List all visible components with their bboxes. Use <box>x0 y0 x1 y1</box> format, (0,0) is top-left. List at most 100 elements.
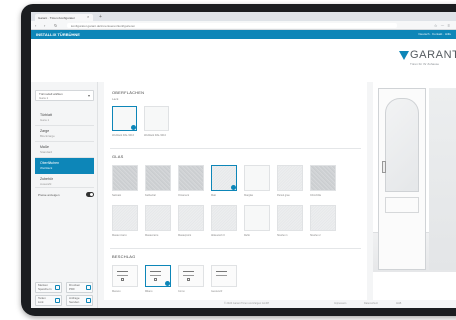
handle-icon <box>183 271 194 276</box>
hardware-swatch[interactable] <box>178 265 204 287</box>
swatch-label: Klarglas <box>244 194 254 197</box>
glass-swatch[interactable] <box>277 205 303 231</box>
sidebar-item-value: Blockzarge <box>40 134 55 138</box>
address-bar-row: ‹ › ↻ konfigurator.garant.de/innentueren… <box>31 21 456 30</box>
hardware-swatch[interactable] <box>211 265 237 287</box>
browser-screen: Garant · Türen-Konfigurator × + ‹ › ↻ ko… <box>31 12 456 308</box>
request-button[interactable]: Anfrage Senden <box>66 295 93 306</box>
swatch-label: Matt <box>211 194 216 197</box>
printer-icon <box>86 285 91 290</box>
swatch-label: Streifen 2 <box>310 234 321 237</box>
swatch-label: Master-Carré <box>112 234 127 237</box>
hardware-swatch[interactable] <box>145 265 171 287</box>
swatch-label: Kathedral <box>145 194 156 197</box>
tab-title: Garant · Türen-Konfigurator <box>38 16 75 20</box>
glass-swatch[interactable] <box>112 205 138 231</box>
door-lower-panel <box>385 197 419 213</box>
sidebar-item-surfaces[interactable]: Oberflächen Weißlack <box>35 158 94 174</box>
new-tab-icon[interactable]: + <box>99 14 102 20</box>
check-icon <box>165 281 170 286</box>
swatch-label: Chinchilla <box>310 194 321 197</box>
section-divider <box>110 148 361 149</box>
model-select-value: Gara 1 <box>39 96 49 100</box>
print-button[interactable]: Drucken PDF <box>66 282 93 293</box>
swatch-label: Mastercarré <box>145 234 159 237</box>
copyright: © 2024 Garant Türen und Zargen GmbH <box>224 302 270 305</box>
bookmark-icon <box>55 285 60 290</box>
glass-swatch[interactable] <box>145 165 171 191</box>
sidebar-item-label: Oberflächen <box>40 161 60 165</box>
surfaces-section-sub: Lack <box>112 97 119 101</box>
sidebar-item-value: Gara 1 <box>40 118 50 122</box>
glass-swatch[interactable] <box>310 205 336 231</box>
swatch-label: Como <box>178 290 185 293</box>
footer-link-privacy[interactable]: Datenschutz <box>364 302 378 305</box>
share-icon <box>55 298 60 303</box>
swatch-label: Streifen 1 <box>277 234 288 237</box>
close-icon[interactable]: × <box>87 14 89 19</box>
surface-swatch[interactable] <box>144 106 169 131</box>
glass-swatch[interactable] <box>178 205 204 231</box>
reload-icon[interactable]: ↻ <box>54 23 57 28</box>
sidebar-item-label: Türblatt <box>40 113 52 117</box>
sidebar-item-accessories[interactable]: Zubehör Auswahl <box>35 174 94 188</box>
forward-icon[interactable]: › <box>44 23 45 28</box>
swatch-label: Weißlack RAL 9010 <box>144 134 166 137</box>
hardware-swatch[interactable] <box>112 265 138 287</box>
door-glass-panel <box>385 98 419 192</box>
glass-swatch[interactable] <box>310 165 336 191</box>
glass-swatch[interactable] <box>178 165 204 191</box>
swatch-label: Milano <box>145 290 153 293</box>
price-toggle[interactable] <box>86 192 94 197</box>
door-handle <box>382 161 386 173</box>
rosette-icon <box>121 278 124 281</box>
sidebar-item-value: Standard <box>40 150 53 154</box>
rosette-icon <box>187 278 190 281</box>
glass-swatch[interactable] <box>277 165 303 191</box>
top-bar: INSTALLIX TÜRBÜHNE Deutsch · Kontakt · H… <box>31 30 456 39</box>
surface-swatch[interactable] <box>112 106 137 131</box>
swatch-label: Genova R <box>211 290 223 293</box>
glass-section-title: GLAS <box>112 154 124 159</box>
sidebar-item-frame[interactable]: Zarge Blockzarge <box>35 126 94 142</box>
door-preview <box>373 82 456 300</box>
glass-swatch[interactable] <box>145 205 171 231</box>
options-panel: OBERFLÄCHEN Lack Weißlack RAL 9016 Weißl… <box>104 82 367 300</box>
swatch-label: Altdeutsch K <box>211 234 226 237</box>
handle-icon <box>216 271 227 276</box>
garant-logo[interactable]: GARANT Türen für Ihr Zuhause <box>399 49 456 71</box>
footer-link-imprint[interactable]: Impressum <box>334 302 346 305</box>
swatch-label: Weißlack RAL 9016 <box>112 134 134 137</box>
mail-icon <box>86 298 91 303</box>
share-button[interactable]: Teilen Link <box>35 295 62 306</box>
handle-icon <box>117 271 128 276</box>
browser-menu-icons[interactable]: ☆ ⋯ ≡ <box>434 23 451 28</box>
save-button[interactable]: Merken Speichern <box>35 282 62 293</box>
section-divider <box>110 248 361 249</box>
sidebar-item-label: Zarge <box>40 129 50 133</box>
model-select[interactable]: Türmodell wählen Gara 1 ▾ <box>35 90 94 101</box>
sidebar-item-door-leaf[interactable]: Türblatt Gara 1 <box>35 110 94 126</box>
logo-tagline: Türen für Ihr Zuhause <box>410 62 440 66</box>
glass-swatch[interactable] <box>211 205 237 231</box>
glass-swatch[interactable] <box>244 165 270 191</box>
glass-swatch[interactable] <box>244 205 270 231</box>
preview-wall <box>429 88 456 270</box>
url-input[interactable]: konfigurator.garant.de/innentueren/konfi… <box>67 23 397 28</box>
back-icon[interactable]: ‹ <box>35 23 36 28</box>
check-icon <box>131 125 136 130</box>
browser-tab[interactable]: Garant · Türen-Konfigurator <box>35 14 93 21</box>
top-links[interactable]: Deutsch · Kontakt · Hilfe <box>418 32 451 36</box>
sidebar-item-dimensions[interactable]: Maße Standard <box>35 142 94 158</box>
page-header: GARANT Türen für Ihr Zuhause <box>31 39 456 82</box>
swatch-label: Masterpoint <box>178 234 192 237</box>
price-toggle-row: Preise anzeigen <box>35 192 94 198</box>
chevron-down-icon: ▾ <box>87 93 90 98</box>
glass-swatch[interactable] <box>112 165 138 191</box>
config-sidebar: Türmodell wählen Gara 1 ▾ Türblatt Gara … <box>31 82 98 308</box>
logo-triangle-icon <box>399 51 409 60</box>
glass-swatch[interactable] <box>211 165 237 191</box>
door-frame <box>378 88 426 270</box>
surfaces-section-title: OBERFLÄCHEN <box>112 90 145 95</box>
footer-link-terms[interactable]: AGB <box>396 302 401 305</box>
